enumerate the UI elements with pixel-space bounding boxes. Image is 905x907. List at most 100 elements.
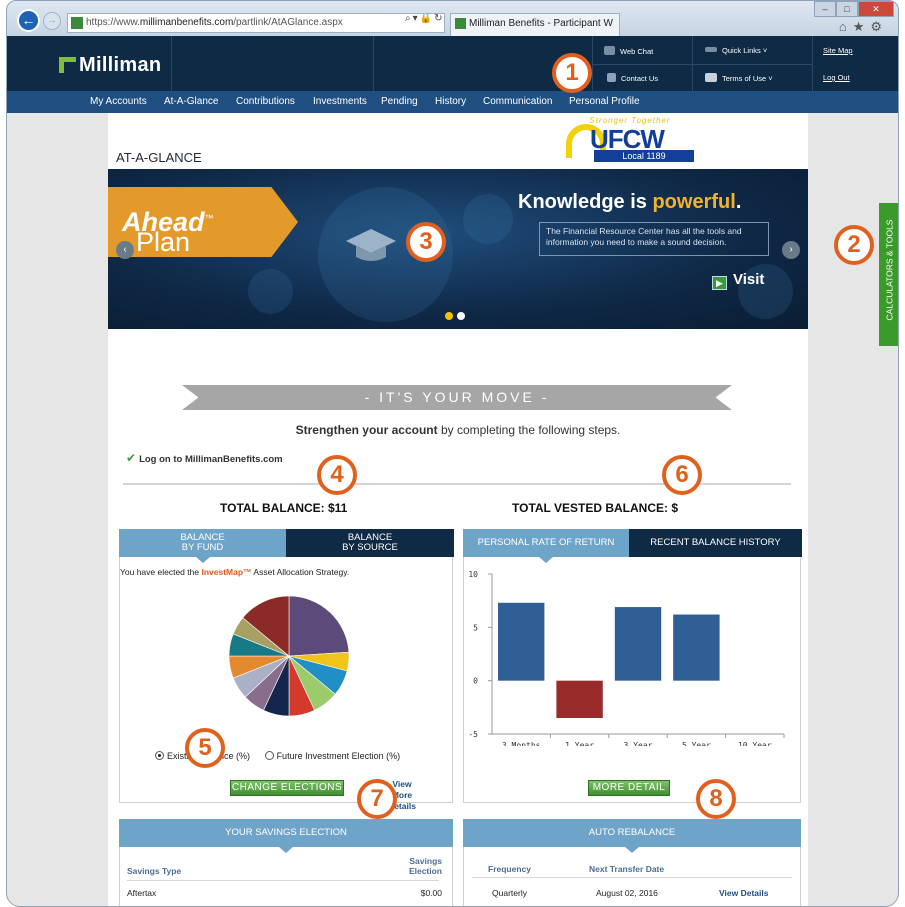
terms-of-use-menu[interactable]: Terms of Use ˅ xyxy=(705,73,773,83)
pie-slice[interactable] xyxy=(288,595,350,657)
tab-personal-rate-of-return[interactable]: PERSONAL RATE OF RETURN xyxy=(463,529,629,563)
graduation-cap-icon xyxy=(346,229,396,261)
page-viewport: Milliman Web Chat Quick Links ˅ Site Map… xyxy=(7,36,898,906)
url-path: /partlink/AtAGlance.aspx xyxy=(233,17,343,28)
minimize-button[interactable]: – xyxy=(814,1,836,17)
nav-personal-profile[interactable]: Personal Profile xyxy=(569,96,640,107)
site-favicon-icon xyxy=(71,17,83,29)
chat-icon xyxy=(604,46,615,55)
browser-tab[interactable]: Milliman Benefits - Participant W xyxy=(450,13,620,36)
url-domain: millimanbenefits.com xyxy=(139,17,234,28)
log-out-link[interactable]: Log Out xyxy=(823,73,850,82)
banner-next-button[interactable]: › xyxy=(782,241,800,259)
play-icon: ▶ xyxy=(712,276,727,290)
rate-of-return-panel: PERSONAL RATE OF RETURN RECENT BALANCE H… xyxy=(463,529,802,803)
more-detail-button[interactable]: MORE DETAIL xyxy=(588,780,670,796)
browser-tool-icons[interactable]: ⌂★⚙ xyxy=(839,19,888,35)
y-tick-label: -5 xyxy=(468,730,478,739)
nav-investments[interactable]: Investments xyxy=(313,96,367,107)
savings-election-panel: YOUR SAVINGS ELECTION Savings Type Savin… xyxy=(119,819,453,906)
contact-us-link[interactable]: Contact Us xyxy=(607,73,658,83)
x-tick-label: 10 Year xyxy=(738,741,772,746)
favorites-star-icon[interactable]: ★ xyxy=(853,19,871,34)
web-chat-link[interactable]: Web Chat xyxy=(604,46,653,56)
callout-badge: 1 xyxy=(552,53,592,93)
header-divider-horizontal xyxy=(592,64,812,65)
phone-icon xyxy=(607,73,616,82)
url-prefix: https://www. xyxy=(86,17,140,28)
callout-badge: 7 xyxy=(357,779,397,819)
main-nav: My Accounts At-A-Glance Contributions In… xyxy=(7,91,898,113)
nav-contributions[interactable]: Contributions xyxy=(236,96,295,107)
balance-tabs: BALANCE BY FUND BALANCE BY SOURCE xyxy=(119,529,454,563)
banner-headline: Knowledge is powerful. xyxy=(518,191,742,213)
carousel-dots xyxy=(445,311,469,323)
rebalance-row-next-date: August 02, 2016 xyxy=(596,888,658,898)
tab-balance-by-fund[interactable]: BALANCE BY FUND xyxy=(119,529,286,563)
steps-intro: Strengthen your account by completing th… xyxy=(295,423,621,437)
banner-orb xyxy=(248,269,293,314)
browser-titlebar: ← → https://www.millimanbenefits.com/par… xyxy=(7,1,898,36)
table-divider xyxy=(127,880,439,881)
visit-button[interactable]: ▶ Visit xyxy=(712,271,764,290)
nav-my-accounts[interactable]: My Accounts xyxy=(90,96,147,107)
y-tick-label: 5 xyxy=(473,623,478,632)
address-bar-icons[interactable]: ⌕▾🔒↻ xyxy=(405,13,444,24)
maximize-button[interactable]: □ xyxy=(836,1,858,17)
return-bar[interactable] xyxy=(673,614,720,681)
x-tick-label: 3 Months xyxy=(502,741,541,746)
calculators-tools-tab[interactable]: CALCULATORS & TOOLS xyxy=(879,203,898,346)
callout-badge: 6 xyxy=(662,455,702,495)
banner-prev-button[interactable]: ‹ xyxy=(116,241,134,259)
back-button[interactable]: ← xyxy=(17,9,40,32)
address-bar[interactable]: https://www.millimanbenefits.com/partlin… xyxy=(67,13,445,33)
nav-communication[interactable]: Communication xyxy=(483,96,552,107)
banner-orb xyxy=(463,194,513,244)
return-bar[interactable] xyxy=(614,607,662,681)
nav-history[interactable]: History xyxy=(435,96,466,107)
y-tick-label: 0 xyxy=(473,677,478,686)
return-tabs: PERSONAL RATE OF RETURN RECENT BALANCE H… xyxy=(463,529,802,563)
window-controls: – □ ✕ xyxy=(814,1,894,19)
banner-description: The Financial Resource Center has all th… xyxy=(539,222,769,256)
carousel-dot[interactable] xyxy=(457,312,465,320)
nav-pending[interactable]: Pending xyxy=(381,96,418,107)
page-title: AT-A-GLANCE xyxy=(116,150,202,165)
its-your-move-banner: - IT'S YOUR MOVE - xyxy=(182,385,732,410)
milliman-mark-icon xyxy=(59,57,76,73)
quick-links-menu[interactable]: Quick Links ˅ xyxy=(705,46,767,55)
rate-of-return-bar-chart: -5 0 5 10 3 Months 1 Year 3 Year 5 Year 10 Year xyxy=(468,570,785,746)
ufcw-logo: Stronger Together UFCW Local 1189 xyxy=(564,116,696,162)
savings-row-type: Aftertax xyxy=(127,888,157,898)
nav-at-a-glance[interactable]: At-A-Glance xyxy=(164,96,218,107)
change-elections-button[interactable]: CHANGE ELECTIONS xyxy=(230,780,344,796)
carousel-dot[interactable] xyxy=(445,312,453,320)
quick-links-icon xyxy=(705,47,717,52)
tab-recent-balance-history[interactable]: RECENT BALANCE HISTORY xyxy=(629,529,802,557)
header-divider xyxy=(812,36,813,91)
callout-badge: 5 xyxy=(185,728,225,768)
return-bar[interactable] xyxy=(556,680,603,718)
radio-future-election[interactable]: Future Investment Election (%) xyxy=(264,751,400,761)
view-details-link[interactable]: View Details xyxy=(719,888,768,898)
investmap-link[interactable]: InvestMap™ xyxy=(201,567,251,577)
hero-banner[interactable]: Plan Ahead™ ‹ › Knowledge is powerful. Th… xyxy=(108,169,808,329)
close-button[interactable]: ✕ xyxy=(858,1,894,17)
callout-badge: 2 xyxy=(834,225,874,265)
rebalance-row-frequency: Quarterly xyxy=(492,888,527,898)
forward-button[interactable]: → xyxy=(43,12,61,30)
tab-favicon-icon xyxy=(455,18,466,29)
site-map-link[interactable]: Site Map xyxy=(823,46,853,55)
milliman-logo[interactable]: Milliman xyxy=(59,54,161,77)
browser-window: ← → https://www.millimanbenefits.com/par… xyxy=(6,0,899,907)
col-savings-election: Savings Election xyxy=(408,856,442,876)
printer-icon xyxy=(705,73,717,82)
x-tick-label: 5 Year xyxy=(682,741,711,746)
tab-balance-by-source[interactable]: BALANCE BY SOURCE xyxy=(286,529,454,557)
elected-strategy-text: You have elected the InvestMap™ Asset Al… xyxy=(120,567,350,577)
radio-empty-icon xyxy=(264,751,274,760)
home-icon[interactable]: ⌂ xyxy=(839,19,853,34)
table-divider xyxy=(472,877,792,878)
return-bar[interactable] xyxy=(498,602,545,681)
settings-gear-icon[interactable]: ⚙ xyxy=(870,19,888,34)
